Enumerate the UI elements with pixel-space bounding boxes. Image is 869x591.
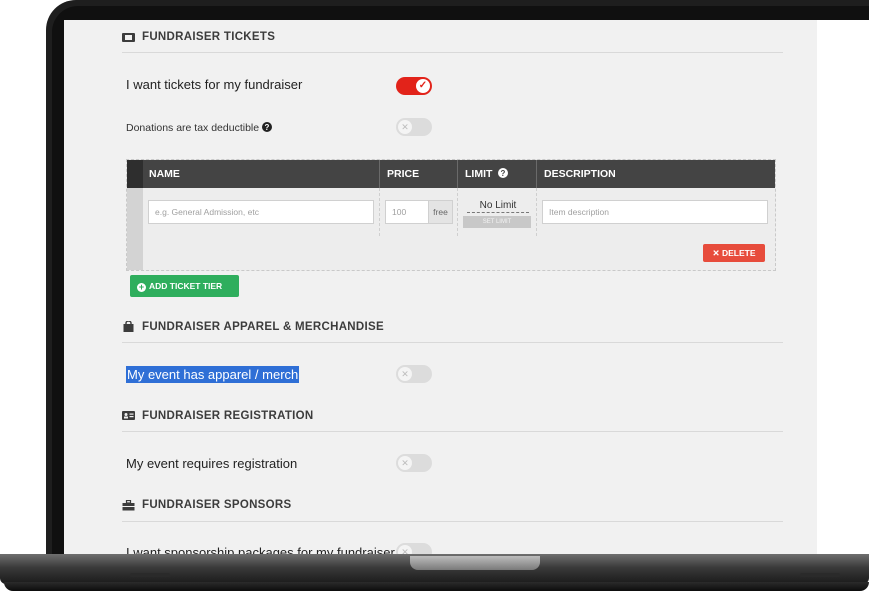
want-tickets-toggle[interactable]: ✓	[396, 77, 432, 95]
cell-divider	[536, 188, 537, 236]
x-icon: ✕	[398, 545, 412, 554]
tax-deductible-toggle[interactable]: ✕	[396, 118, 432, 136]
plus-icon: +	[137, 282, 146, 292]
add-ticket-tier-label: ADD TICKET TIER	[149, 281, 223, 291]
tickets-heading: FUNDRAISER TICKETS	[142, 31, 276, 43]
shopping-bag-icon	[123, 321, 134, 332]
column-description: DESCRIPTION	[544, 168, 616, 180]
svg-text:?: ?	[501, 169, 506, 178]
delete-label: DELETE	[721, 248, 756, 258]
sponsors-label: I want sponsorship packages for my fundr…	[126, 545, 395, 554]
cell-divider	[457, 188, 458, 236]
add-ticket-tier-button[interactable]: + ADD TICKET TIER	[130, 275, 239, 297]
set-limit-button[interactable]: SET LIMIT	[463, 216, 531, 228]
svg-text:?: ?	[265, 123, 270, 132]
check-icon: ✓	[416, 79, 430, 93]
table-header: NAME PRICE LIMIT ? DESCRIPTION	[127, 160, 775, 188]
x-icon: ✕	[398, 456, 412, 470]
column-divider	[536, 160, 537, 188]
sponsors-toggle[interactable]: ✕	[396, 543, 432, 554]
want-tickets-label: I want tickets for my fundraiser	[126, 77, 303, 92]
column-price: PRICE	[387, 168, 420, 180]
ticket-price-input[interactable]: 100	[385, 200, 429, 224]
apparel-heading: FUNDRAISER APPAREL & MERCHANDISE	[142, 321, 384, 333]
column-divider	[457, 160, 458, 188]
price-free-addon[interactable]: free	[429, 200, 453, 224]
drag-handle-header	[127, 160, 143, 188]
divider	[122, 342, 783, 343]
screen-margin	[817, 20, 869, 554]
laptop-foot	[130, 573, 170, 577]
apparel-label: My event has apparel / merch	[126, 366, 300, 383]
ticket-icon	[122, 33, 135, 42]
laptop-foot	[800, 573, 840, 577]
tax-deductible-text: Donations are tax deductible	[126, 122, 260, 134]
laptop-notch	[410, 556, 540, 570]
divider	[122, 52, 783, 53]
laptop-base-bottom	[4, 582, 869, 591]
ticket-table: NAME PRICE LIMIT ? DESCRIPTION e.g. Gene…	[126, 159, 776, 271]
cell-divider	[379, 188, 380, 236]
id-card-icon	[122, 411, 135, 420]
delete-button[interactable]: ✕ DELETE	[703, 244, 765, 262]
x-icon: ✕	[398, 120, 412, 134]
ticket-description-input[interactable]: Item description	[542, 200, 768, 224]
ticket-name-input[interactable]: e.g. General Admission, etc	[148, 200, 374, 224]
help-icon[interactable]: ?	[498, 168, 509, 178]
registration-heading: FUNDRAISER REGISTRATION	[142, 410, 314, 422]
divider	[122, 521, 783, 522]
sponsors-heading: FUNDRAISER SPONSORS	[142, 499, 292, 511]
tax-deductible-label: Donations are tax deductible ?	[126, 122, 273, 134]
registration-label: My event requires registration	[126, 456, 298, 471]
apparel-toggle[interactable]: ✕	[396, 365, 432, 383]
divider	[122, 431, 783, 432]
briefcase-icon	[122, 500, 135, 511]
drag-handle[interactable]	[127, 188, 143, 270]
screen: FUNDRAISER TICKETS I want tickets for my…	[64, 20, 869, 554]
apparel-label-text: My event has apparel / merch	[126, 366, 300, 383]
limit-value[interactable]: No Limit	[467, 199, 529, 213]
column-name: NAME	[149, 168, 180, 180]
column-divider	[379, 160, 380, 188]
registration-toggle[interactable]: ✕	[396, 454, 432, 472]
x-icon: ✕	[398, 367, 412, 381]
column-limit-text: LIMIT	[465, 168, 493, 180]
column-limit: LIMIT ?	[465, 160, 509, 188]
close-icon: ✕	[712, 248, 720, 258]
help-icon[interactable]: ?	[262, 122, 273, 132]
